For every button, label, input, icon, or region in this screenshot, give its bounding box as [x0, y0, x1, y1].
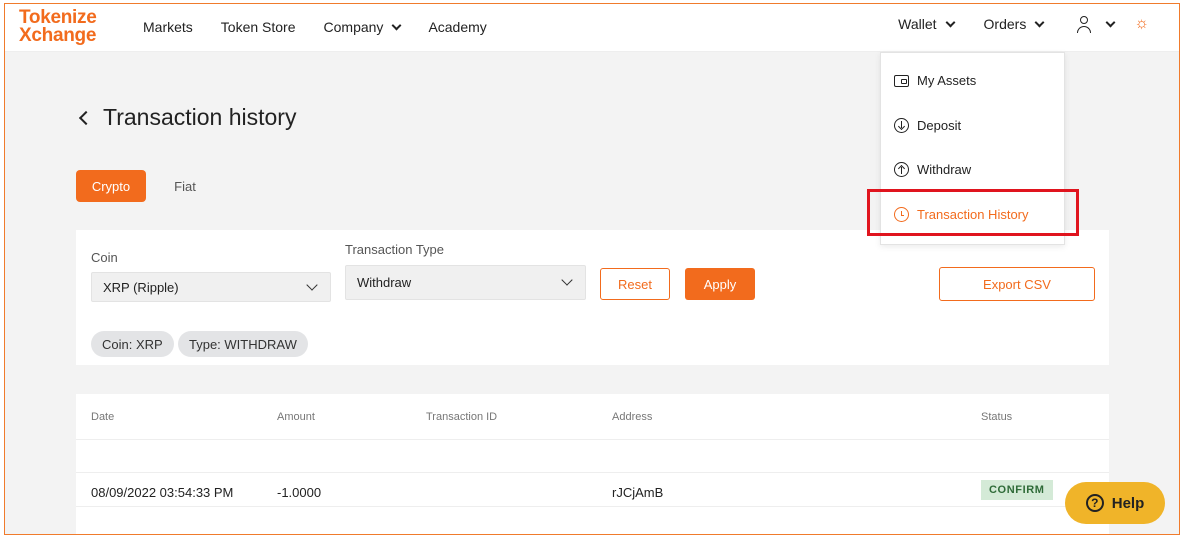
logo[interactable]: Tokenize Xchange	[19, 8, 97, 45]
cell-date: 08/09/2022 03:54:33 PM	[91, 485, 234, 500]
user-icon[interactable]	[1075, 15, 1093, 33]
row-separator	[76, 439, 1109, 440]
filter-chip-coin[interactable]: Coin: XRP	[91, 331, 174, 357]
coin-select[interactable]: XRP (Ripple)	[91, 272, 331, 302]
row-separator	[76, 472, 1109, 473]
transaction-type-label: Transaction Type	[345, 242, 444, 257]
nav-academy[interactable]: Academy	[428, 19, 486, 35]
tab-crypto[interactable]: Crypto	[76, 170, 146, 202]
user-menu-chevron-down-icon[interactable]	[1105, 17, 1116, 27]
nav-orders[interactable]: Orders	[984, 16, 1045, 32]
row-separator	[76, 506, 1109, 507]
arrow-down-circle-icon	[894, 118, 909, 133]
cell-amount: -1.0000	[277, 485, 322, 500]
nav-token-store[interactable]: Token Store	[221, 19, 296, 35]
nav-company[interactable]: Company	[324, 19, 402, 35]
chevron-down-icon	[391, 20, 402, 30]
nav-wallet[interactable]: Wallet	[898, 16, 955, 32]
chevron-down-icon	[1034, 17, 1045, 27]
column-header-amount[interactable]: Amount	[277, 411, 315, 423]
wallet-icon	[894, 74, 909, 87]
cell-address: rJCjAmB	[612, 485, 664, 500]
chevron-down-icon	[945, 17, 955, 27]
status-badge: CONFIRM	[981, 480, 1053, 500]
highlight-annotation	[867, 189, 1079, 236]
chevron-down-icon	[561, 274, 573, 286]
right-nav: Wallet Orders ☼	[868, 4, 1149, 44]
question-icon: ?	[1085, 494, 1104, 512]
export-csv-button[interactable]: Export CSV	[939, 267, 1095, 301]
filter-card: Coin XRP (Ripple) Transaction Type Withd…	[76, 230, 1109, 365]
help-button[interactable]: ? Help	[1065, 482, 1165, 524]
chevron-down-icon	[306, 279, 318, 291]
sun-icon[interactable]: ☼	[1134, 15, 1149, 33]
column-header-status[interactable]: Status	[981, 411, 1012, 423]
top-header: Tokenize Xchange Markets Token Store Com…	[5, 4, 1179, 52]
menu-item-deposit[interactable]: Deposit	[894, 118, 961, 133]
transaction-type-select[interactable]: Withdraw	[345, 265, 586, 300]
coin-label: Coin	[91, 250, 118, 265]
menu-item-withdraw[interactable]: Withdraw	[894, 162, 971, 177]
tab-fiat[interactable]: Fiat	[165, 170, 205, 202]
filter-chip-type[interactable]: Type: WITHDRAW	[178, 331, 308, 357]
main-nav: Markets Token Store Company Academy	[143, 4, 515, 50]
app-frame: Tokenize Xchange Markets Token Store Com…	[4, 3, 1180, 535]
column-header-date[interactable]: Date	[91, 411, 114, 423]
column-header-address[interactable]: Address	[612, 411, 652, 423]
nav-markets[interactable]: Markets	[143, 19, 193, 35]
back-chevron-icon[interactable]	[78, 110, 94, 125]
menu-item-my-assets[interactable]: My Assets	[894, 73, 976, 88]
apply-button[interactable]: Apply	[685, 268, 755, 300]
page-title: Transaction history	[77, 104, 296, 131]
column-header-transaction-id[interactable]: Transaction ID	[426, 411, 497, 423]
reset-button[interactable]: Reset	[600, 268, 670, 300]
arrow-up-circle-icon	[894, 162, 909, 177]
transaction-table: Date Amount Transaction ID Address Statu…	[76, 394, 1109, 534]
